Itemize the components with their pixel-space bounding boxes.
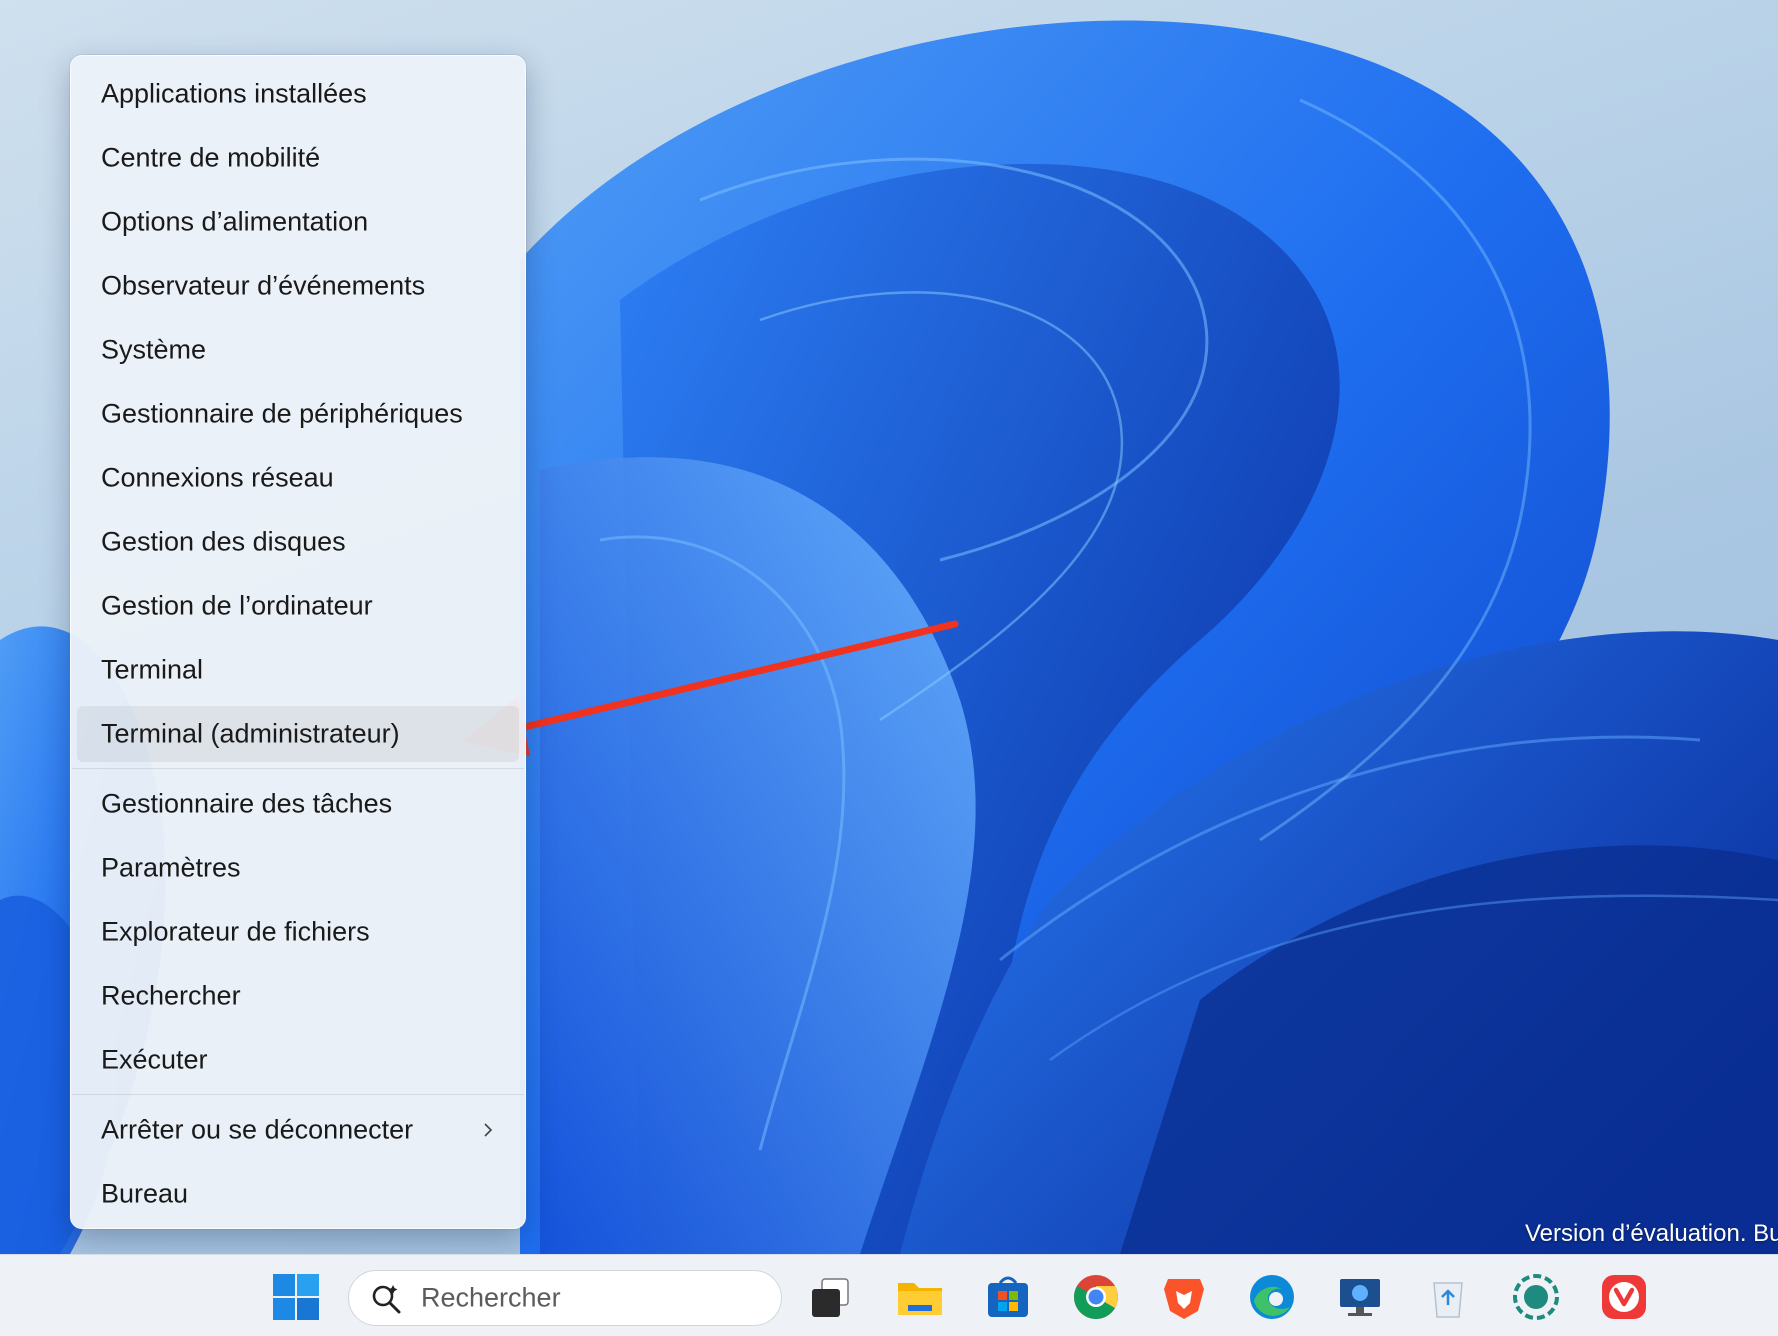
recycle-bin-icon[interactable] bbox=[1422, 1271, 1474, 1323]
menu-separator bbox=[72, 1094, 524, 1095]
task-view-icon[interactable] bbox=[806, 1271, 858, 1323]
menu-item-label: Options d’alimentation bbox=[101, 206, 369, 237]
taskbar: Rechercher bbox=[0, 1254, 1778, 1336]
edge-icon[interactable] bbox=[1246, 1271, 1298, 1323]
chevron-right-icon bbox=[484, 1123, 493, 1137]
menu-item-label: Système bbox=[101, 334, 207, 365]
menu-item-label: Exécuter bbox=[101, 1044, 208, 1075]
menu-item-system[interactable]: Système bbox=[77, 322, 519, 378]
menu-item-label: Paramètres bbox=[101, 852, 241, 883]
file-explorer-icon[interactable] bbox=[894, 1271, 946, 1323]
menu-item-disk-management[interactable]: Gestion des disques bbox=[77, 514, 519, 570]
menu-item-power-options[interactable]: Options d’alimentation bbox=[77, 194, 519, 250]
menu-item-label: Arrêter ou se déconnecter bbox=[101, 1114, 414, 1145]
menu-item-label: Centre de mobilité bbox=[101, 142, 321, 173]
menu-item-label: Gestion de l’ordinateur bbox=[101, 590, 373, 621]
chrome-icon[interactable] bbox=[1070, 1271, 1122, 1323]
menu-item-installed-apps[interactable]: Applications installées bbox=[77, 66, 519, 122]
menu-item-run[interactable]: Exécuter bbox=[77, 1032, 519, 1088]
start-icon[interactable] bbox=[270, 1271, 322, 1323]
menu-item-task-manager[interactable]: Gestionnaire des tâches bbox=[77, 776, 519, 832]
menu-item-label: Applications installées bbox=[101, 78, 367, 109]
menu-item-label: Observateur d’événements bbox=[101, 270, 426, 301]
menu-item-file-explorer[interactable]: Explorateur de fichiers bbox=[77, 904, 519, 960]
menu-item-network-connections[interactable]: Connexions réseau bbox=[77, 450, 519, 506]
menu-item-settings[interactable]: Paramètres bbox=[77, 840, 519, 896]
evaluation-watermark: Version d’évaluation. Bu bbox=[1525, 1220, 1778, 1247]
search-icon bbox=[372, 1285, 401, 1314]
menu-item-search[interactable]: Rechercher bbox=[77, 968, 519, 1024]
menu-item-label: Bureau bbox=[101, 1178, 189, 1209]
vivaldi-icon[interactable] bbox=[1598, 1271, 1650, 1323]
microsoft-store-icon[interactable] bbox=[982, 1271, 1034, 1323]
menu-item-terminal-admin[interactable]: Terminal (administrateur) bbox=[77, 706, 519, 762]
menu-item-computer-management[interactable]: Gestion de l’ordinateur bbox=[77, 578, 519, 634]
taskbar-search-box[interactable]: Rechercher bbox=[348, 1270, 782, 1326]
menu-item-shutdown-signout[interactable]: Arrêter ou se déconnecter bbox=[77, 1102, 519, 1158]
menu-separator bbox=[72, 768, 524, 769]
menu-item-label: Rechercher bbox=[101, 980, 241, 1011]
menu-item-terminal[interactable]: Terminal bbox=[77, 642, 519, 698]
brave-icon[interactable] bbox=[1158, 1271, 1210, 1323]
menu-item-desktop[interactable]: Bureau bbox=[77, 1166, 519, 1222]
app-icon[interactable] bbox=[1510, 1271, 1562, 1323]
menu-item-label: Connexions réseau bbox=[101, 462, 334, 493]
remote-desktop-icon[interactable] bbox=[1334, 1271, 1386, 1323]
menu-item-mobility-center[interactable]: Centre de mobilité bbox=[77, 130, 519, 186]
menu-item-label: Gestion des disques bbox=[101, 526, 346, 557]
menu-item-device-manager[interactable]: Gestionnaire de périphériques bbox=[77, 386, 519, 442]
menu-item-label: Terminal bbox=[101, 654, 204, 685]
menu-item-label: Terminal (administrateur) bbox=[101, 718, 400, 749]
menu-item-label: Gestionnaire de périphériques bbox=[101, 398, 463, 429]
menu-item-event-viewer[interactable]: Observateur d’événements bbox=[77, 258, 519, 314]
quick-link-menu: Applications installées Centre de mobili… bbox=[70, 55, 526, 1229]
menu-item-label: Gestionnaire des tâches bbox=[101, 788, 393, 819]
search-placeholder: Rechercher bbox=[421, 1282, 561, 1313]
menu-item-label: Explorateur de fichiers bbox=[101, 916, 370, 947]
